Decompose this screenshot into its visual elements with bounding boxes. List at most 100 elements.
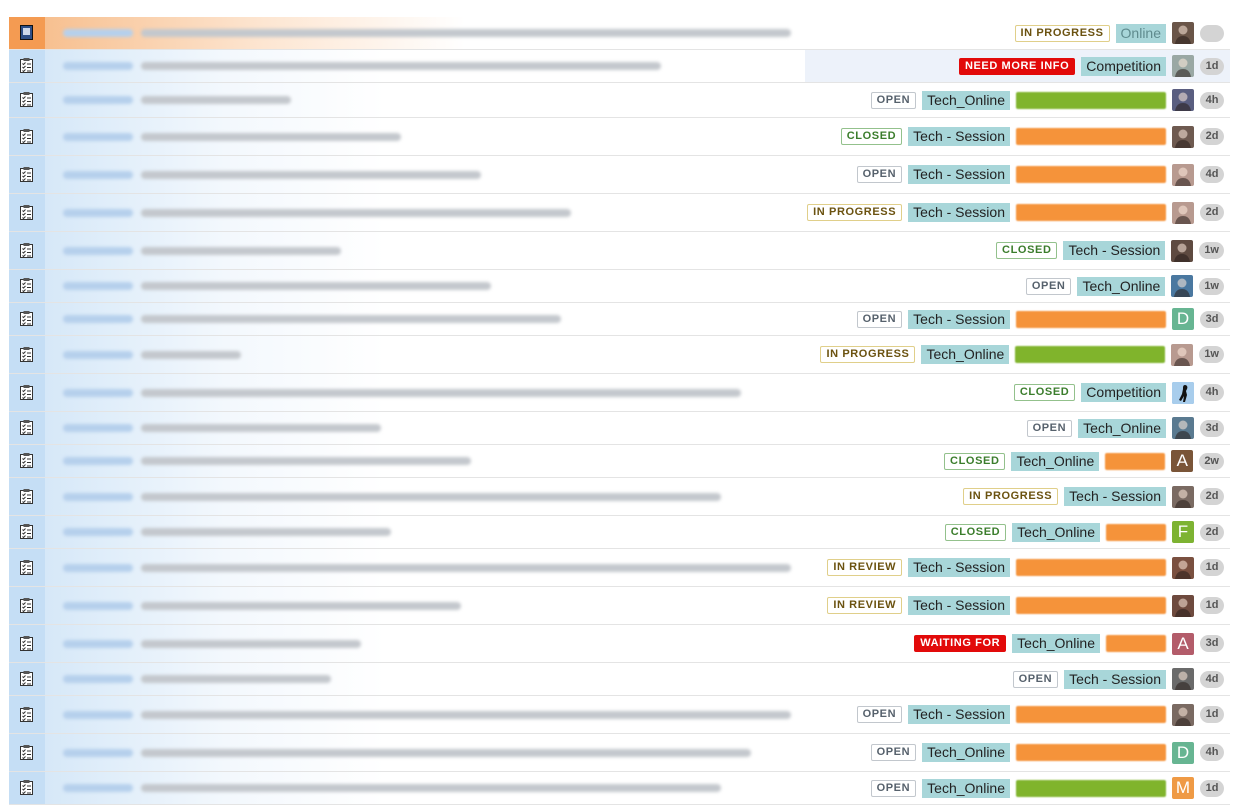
issue-summary-link[interactable] [45,336,805,373]
label-badge[interactable] [1015,346,1166,363]
issue-summary-link[interactable] [45,772,805,804]
issue-summary-link[interactable] [45,625,805,662]
table-row[interactable]: OPEN Tech_Online D 4h [9,734,1230,772]
avatar[interactable] [1172,703,1194,726]
label-badge[interactable] [1016,91,1166,109]
component-badge[interactable]: Tech_Online [922,90,1010,110]
avatar[interactable] [1172,668,1194,690]
component-badge[interactable]: Tech_Online [1077,276,1166,296]
avatar[interactable] [1171,239,1194,262]
avatar[interactable] [1172,381,1194,404]
avatar[interactable]: M [1172,777,1194,799]
issue-summary-link[interactable] [45,374,805,411]
component-badge[interactable]: Tech - Session [908,165,1010,184]
issue-summary-link[interactable] [45,478,805,515]
avatar[interactable] [1172,417,1194,439]
component-badge[interactable]: Tech_Online [922,778,1010,798]
table-row[interactable]: CLOSED Tech_Online A 2w [9,445,1230,478]
avatar[interactable]: A [1171,450,1194,472]
issue-summary-link[interactable] [45,587,805,624]
component-badge[interactable]: Tech_Online [921,345,1010,364]
avatar[interactable]: D [1172,741,1194,764]
table-row[interactable]: NEED MORE INFO Competition 1d [9,50,1230,83]
table-row[interactable]: IN REVIEW Tech - Session 1d [9,549,1230,587]
issue-summary-link[interactable] [45,549,805,586]
table-row[interactable]: OPEN Tech_Online 4h [9,83,1230,118]
component-badge[interactable]: Tech - Session [908,596,1010,615]
avatar[interactable] [1172,89,1194,111]
component-badge[interactable]: Competition [1081,383,1166,402]
table-row[interactable]: OPEN Tech_Online M 1d [9,772,1230,805]
avatar[interactable] [1172,22,1194,44]
issue-summary-link[interactable] [45,516,805,548]
component-badge[interactable]: Tech_Online [1078,418,1166,438]
component-badge[interactable]: Tech - Session [908,203,1010,222]
table-row[interactable]: CLOSED Tech - Session 1w [9,232,1230,270]
label-badge[interactable] [1016,166,1166,183]
issue-summary-link[interactable] [45,734,805,771]
issue-summary-link[interactable] [45,303,805,335]
table-row[interactable]: IN PROGRESS Tech - Session 2d [9,478,1230,516]
component-badge[interactable]: Tech - Session [1064,487,1166,506]
avatar[interactable] [1172,556,1194,579]
avatar[interactable] [1171,343,1194,366]
label-badge[interactable] [1016,706,1166,723]
issue-summary-link[interactable] [45,17,805,49]
table-row[interactable]: IN PROGRESS Tech - Session 2d [9,194,1230,232]
table-row[interactable]: OPEN Tech_Online 1w [9,270,1230,303]
label-badge[interactable] [1016,559,1166,576]
avatar[interactable]: F [1172,521,1194,543]
component-badge[interactable]: Competition [1081,56,1166,76]
component-badge[interactable]: Tech - Session [908,309,1010,329]
avatar[interactable]: A [1172,632,1194,655]
table-row[interactable]: OPEN Tech - Session D 3d [9,303,1230,336]
issue-summary-link[interactable] [45,194,805,231]
label-badge[interactable] [1016,779,1166,797]
avatar[interactable]: D [1172,308,1194,330]
issue-summary-link[interactable] [45,232,805,269]
component-badge[interactable]: Tech - Session [908,558,1010,577]
issue-summary-link[interactable] [45,50,805,82]
table-row[interactable]: OPEN Tech - Session 4d [9,663,1230,696]
table-row[interactable]: IN REVIEW Tech - Session 1d [9,587,1230,625]
component-badge[interactable]: Tech - Session [1063,241,1166,260]
table-row[interactable]: IN PROGRESS Tech_Online 1w [9,336,1230,374]
issue-summary-link[interactable] [45,156,805,193]
issue-summary-link[interactable] [45,412,805,444]
label-badge[interactable] [1016,204,1166,221]
avatar[interactable] [1171,275,1194,297]
table-row[interactable]: IN PROGRESS Online [9,17,1230,50]
table-row[interactable]: OPEN Tech - Session 1d [9,696,1230,734]
label-badge[interactable] [1016,310,1166,328]
avatar[interactable] [1172,594,1194,617]
component-badge[interactable]: Tech_Online [1012,634,1100,653]
table-row[interactable]: CLOSED Tech - Session 2d [9,118,1230,156]
avatar[interactable] [1172,485,1194,508]
issue-summary-link[interactable] [45,270,805,302]
table-row[interactable]: OPEN Tech_Online 3d [9,412,1230,445]
issue-summary-link[interactable] [45,445,805,477]
avatar[interactable] [1172,201,1194,224]
label-badge[interactable] [1016,597,1166,614]
component-badge[interactable]: Tech - Session [908,705,1010,724]
avatar[interactable] [1172,163,1194,186]
issue-summary-link[interactable] [45,696,805,733]
table-row[interactable]: OPEN Tech - Session 4d [9,156,1230,194]
table-row[interactable]: CLOSED Tech_Online F 2d [9,516,1230,549]
component-badge[interactable]: Tech_Online [922,743,1010,762]
component-badge[interactable]: Tech_Online [1011,451,1100,471]
avatar[interactable] [1172,125,1194,148]
component-badge[interactable]: Tech - Session [1064,669,1166,689]
component-badge[interactable]: Tech - Session [908,127,1010,146]
label-badge[interactable] [1105,452,1166,470]
issue-summary-link[interactable] [45,118,805,155]
label-badge[interactable] [1016,128,1166,145]
table-row[interactable]: WAITING FOR Tech_Online A 3d [9,625,1230,663]
label-badge[interactable] [1106,523,1166,541]
component-badge[interactable]: Online [1115,23,1166,43]
avatar[interactable] [1172,55,1194,77]
label-badge[interactable] [1016,744,1166,761]
issue-summary-link[interactable] [45,83,805,117]
table-row[interactable]: CLOSED Competition 4h [9,374,1230,412]
issue-summary-link[interactable] [45,663,805,695]
